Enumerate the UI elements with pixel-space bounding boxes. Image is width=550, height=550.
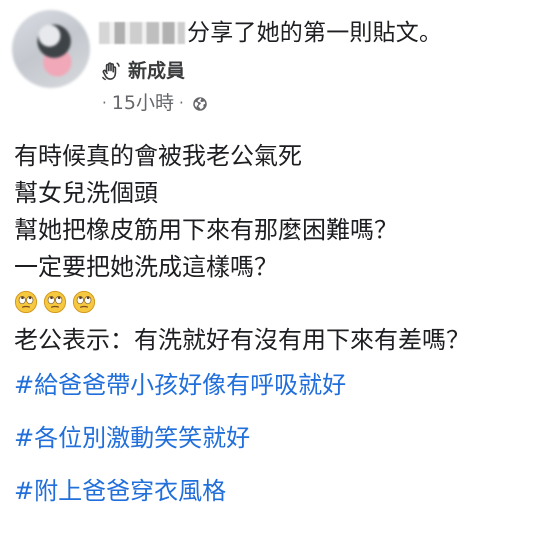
husband-reply-line: 老公表示：有洗就好有沒有用下來有差嗎？: [14, 326, 470, 354]
meta-separator: ·: [102, 94, 107, 112]
hashtag-link[interactable]: #給爸爸帶小孩好像有呼吸就好: [14, 366, 539, 404]
meta-separator: ·: [178, 94, 184, 112]
post-header: 分享了她的第一則貼文。: [99, 15, 442, 51]
face-with-rolling-eyes-icon: [72, 290, 96, 314]
new-member-badge[interactable]: 新成員: [100, 60, 185, 82]
face-with-rolling-eyes-icon: [14, 290, 38, 314]
post-content: 有時候真的會被我老公氣死 幫女兒洗個頭 幫她把橡皮筋用下來有那麼困難嗎？ 一定要…: [14, 138, 539, 510]
post-meta: · 15小時 ·: [102, 94, 209, 113]
face-with-rolling-eyes-icon: [43, 290, 67, 314]
body-line-3: 幫她把橡皮筋用下來有那麼困難嗎？: [14, 216, 398, 244]
share-description: 分享了她的第一則貼文。: [187, 19, 443, 46]
profile-avatar[interactable]: [12, 10, 90, 88]
body-line-4: 一定要把她洗成這樣嗎？: [14, 253, 278, 281]
social-post: 分享了她的第一則貼文。 新成員 · 15小時 · 有時候真的會被我老公氣死 幫女…: [0, 0, 550, 550]
blurred-author-name[interactable]: [99, 22, 185, 44]
hashtag-link[interactable]: #附上爸爸穿衣風格: [14, 472, 539, 510]
body-line-1: 有時候真的會被我老公氣死: [14, 142, 302, 170]
emoji-row: [14, 284, 539, 319]
hashtag-link[interactable]: #各位別激動笑笑就好: [14, 419, 539, 457]
post-time[interactable]: 15小時: [112, 94, 174, 113]
globe-icon[interactable]: [191, 95, 209, 113]
new-member-label: 新成員: [128, 59, 186, 82]
waving-hand-icon: [100, 60, 122, 82]
body-line-2: 幫女兒洗個頭: [14, 179, 158, 207]
